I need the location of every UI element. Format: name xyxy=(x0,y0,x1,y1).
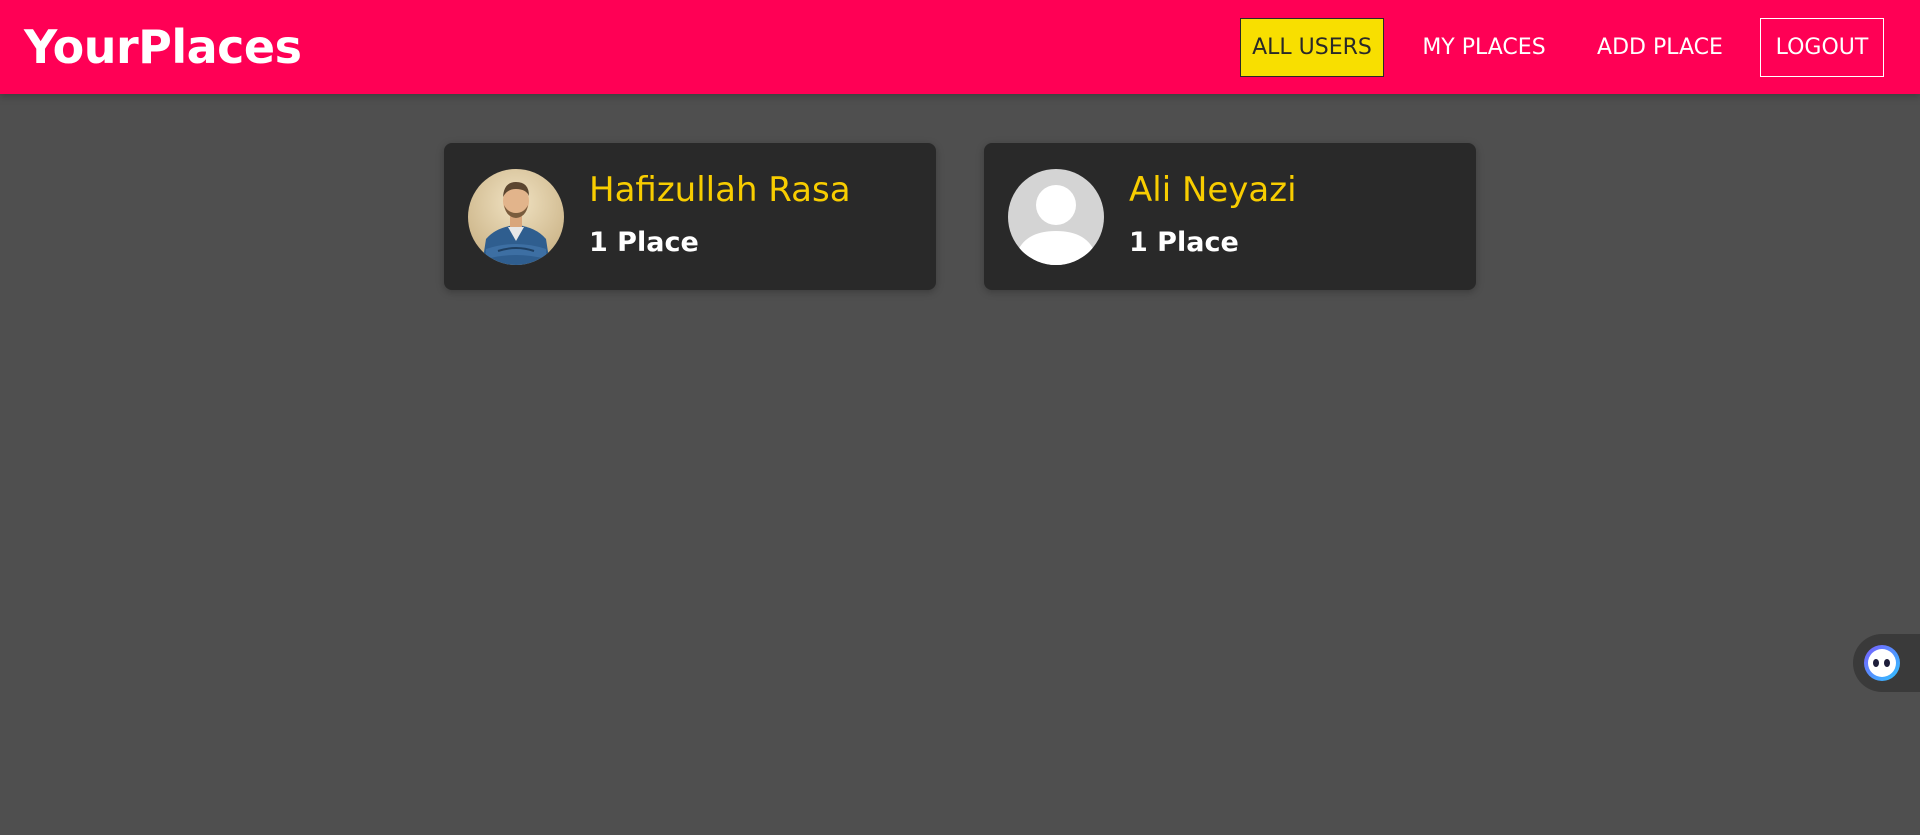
user-card[interactable]: Hafizullah Rasa 1 Place xyxy=(444,143,936,290)
user-place-count: 1 Place xyxy=(1129,227,1239,258)
user-place-count: 1 Place xyxy=(589,227,699,258)
default-user-icon xyxy=(1008,169,1104,265)
user-name: Ali Neyazi xyxy=(1129,170,1297,210)
nav-add-place[interactable]: ADD PLACE xyxy=(1580,18,1740,77)
user-card[interactable]: Ali Neyazi 1 Place xyxy=(984,143,1476,290)
logout-button[interactable]: LOGOUT xyxy=(1760,18,1884,77)
assistant-widget-button[interactable] xyxy=(1853,634,1920,692)
person-silhouette-icon xyxy=(1008,169,1104,265)
nav-my-places[interactable]: MY PLACES xyxy=(1405,18,1563,77)
user-name: Hafizullah Rasa xyxy=(589,170,851,210)
assistant-face-icon xyxy=(1864,645,1900,681)
main-header: YourPlaces ALL USERS MY PLACES ADD PLACE… xyxy=(0,0,1920,94)
user-avatar-photo xyxy=(468,169,564,265)
app-logo[interactable]: YourPlaces xyxy=(24,17,302,77)
nav-all-users[interactable]: ALL USERS xyxy=(1240,18,1384,77)
avatar-photo-image xyxy=(468,169,564,265)
